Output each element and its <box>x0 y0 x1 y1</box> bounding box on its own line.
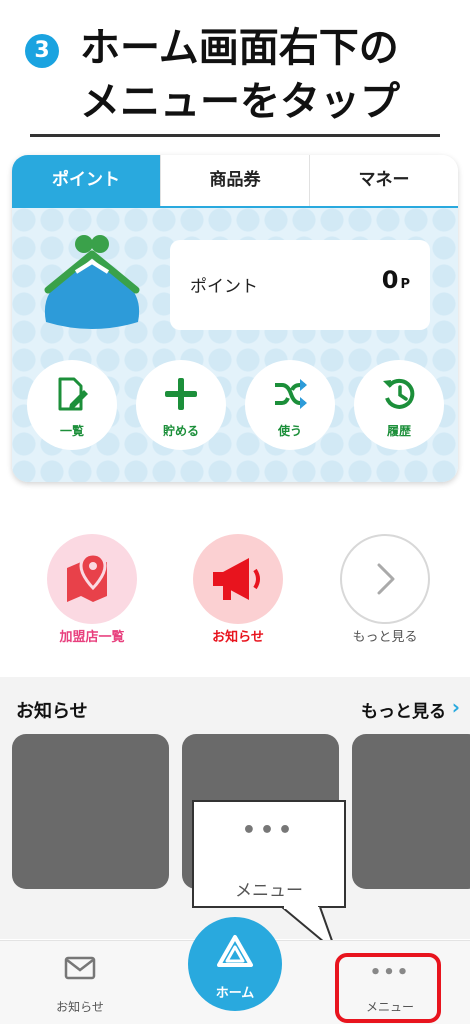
tab-gift-certificates[interactable]: 商品券 <box>160 155 309 206</box>
nav-notices-button[interactable] <box>40 956 120 984</box>
action-history-label: 履歴 <box>386 424 411 438</box>
more-dots-icon: ••• <box>241 818 297 843</box>
map-pin-icon <box>67 552 107 602</box>
mail-icon <box>64 956 96 980</box>
action-list-button[interactable]: 一覧 <box>27 360 117 450</box>
news-title: お知らせ <box>16 701 88 722</box>
action-list-label: 一覧 <box>59 424 84 438</box>
instruction-line-2: メニューをタップ <box>80 79 400 125</box>
chevron-right-icon <box>377 563 395 595</box>
nav-notices-label: お知らせ <box>56 1000 104 1014</box>
more-links-button[interactable] <box>340 534 430 624</box>
notices-label: お知らせ <box>212 630 264 645</box>
more-links-label: もっと見る <box>352 630 418 645</box>
action-earn-label: 貯める <box>162 424 199 438</box>
home-label: ホーム <box>215 986 255 1001</box>
action-use-button[interactable]: 使う <box>245 360 335 450</box>
action-history-button[interactable]: 履歴 <box>354 360 444 450</box>
news-card[interactable] <box>12 734 169 889</box>
chevron-right-icon[interactable]: › <box>452 695 460 719</box>
plus-icon <box>165 378 197 410</box>
store-list-button[interactable] <box>47 534 137 624</box>
instruction-divider <box>30 134 440 137</box>
points-label: ポイント <box>190 277 258 297</box>
instruction-line-1: ホーム画面右下の <box>80 25 399 71</box>
points-value: 0P <box>382 266 410 294</box>
document-edit-icon <box>58 377 88 411</box>
menu-highlight-box[interactable] <box>335 953 441 1023</box>
points-number: 0 <box>381 266 399 294</box>
points-balance-panel: ポイント 0P <box>170 240 430 330</box>
step-number-badge: 3 <box>25 34 59 68</box>
action-earn-button[interactable]: 貯める <box>136 360 226 450</box>
mascot-logo <box>44 235 140 329</box>
news-more-link[interactable]: もっと見る <box>361 697 446 722</box>
shuffle-icon <box>275 379 307 409</box>
instruction-header: 3 ホーム画面右下の メニューをタップ <box>0 0 470 140</box>
callout-label: メニュー <box>235 881 303 901</box>
megaphone-icon <box>213 558 260 600</box>
points-unit: P <box>400 277 410 292</box>
notices-button[interactable] <box>193 534 283 624</box>
card-tabs: ポイント 商品券 マネー <box>12 155 458 208</box>
home-logo-icon <box>217 935 253 967</box>
action-use-label: 使う <box>277 424 302 438</box>
tab-points[interactable]: ポイント <box>12 155 160 206</box>
news-card[interactable] <box>352 734 470 889</box>
tab-money[interactable]: マネー <box>309 155 458 206</box>
store-list-label: 加盟店一覧 <box>59 630 125 645</box>
menu-callout: ••• メニュー <box>192 800 346 908</box>
history-icon <box>383 378 415 409</box>
